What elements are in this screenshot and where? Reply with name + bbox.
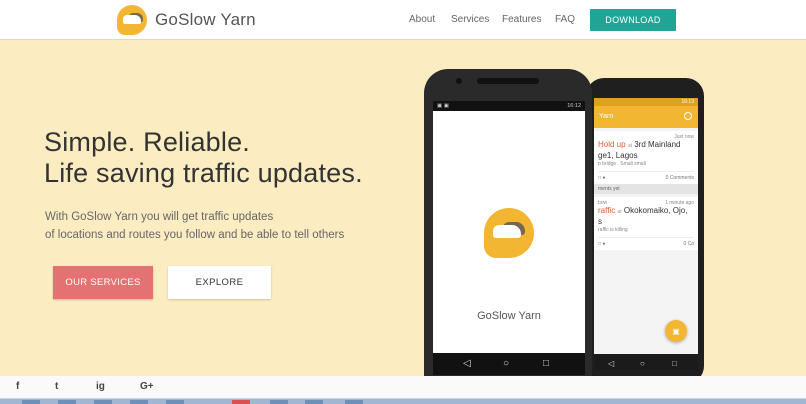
card-footer: □ ● 0 Comments [598,171,694,181]
feed-card: Just now Hold up at 3rd Mainland ge1, La… [594,131,698,184]
share-icon[interactable]: □ ● [598,241,605,247]
back-appbar-title: Yarn [599,113,614,120]
status-time: 16:12 [567,103,581,109]
camera-icon [456,78,462,84]
comments-count[interactable]: 0 Comments [666,175,694,181]
recents-icon: □ [672,359,677,368]
download-button[interactable]: DOWNLOAD [590,9,676,31]
card-title-line-2: s [598,217,602,226]
chat-icon: ▣ [672,326,680,336]
goslow-logo-icon [117,4,147,35]
taskbar-item[interactable] [58,400,76,404]
hero-subtext: With GoSlow Yarn you will get traffic up… [45,208,344,244]
os-taskbar [0,398,806,404]
back-status-bar: 16:13 [594,98,698,106]
phone-mockup-back: 16:13 Yarn Just now Hold up at 3rd Mainl… [586,78,704,384]
back-nav-bar: ◁ ○ □ [594,354,698,370]
headline-line-2: Life saving traffic updates. [44,158,363,188]
front-phone-screen: ▣ ▣ 16:12 GoSlow Yarn ◁ ○ □ [433,101,585,375]
front-status-bar: ▣ ▣ 16:12 [433,101,585,111]
notification-icons: ▣ ▣ [437,103,449,109]
hero-headline: Simple. Reliable. Life saving traffic up… [44,127,363,189]
navbar: GoSlow Yarn About Services Features FAQ … [0,0,806,40]
recents-icon[interactable]: □ [543,358,549,369]
twitter-icon[interactable]: t [55,381,58,392]
card-title: Hold up at 3rd Mainland [598,140,681,149]
search-icon [684,112,692,120]
home-icon: ○ [640,359,645,368]
subtext-line-1: With GoSlow Yarn you will get traffic up… [45,211,274,223]
feed-card: bow 1 minute ago raffic at Okokomaiko, O… [594,197,698,250]
app-logo-icon [484,208,534,258]
card-title: raffic at Okokomaiko, Ojo, [598,206,688,215]
explore-button[interactable]: EXPLORE [168,266,271,299]
nav-link-about[interactable]: About [409,14,435,25]
our-services-button[interactable]: OUR SERVICES [53,266,153,299]
social-bar: f t ig G+ [0,376,806,398]
card-detail: raffic is killing [598,227,628,233]
splash-app-name: GoSlow Yarn [477,310,541,322]
card-title-line-2: ge1, Lagos [598,151,638,160]
home-icon[interactable]: ○ [503,358,509,369]
brand-name: GoSlow Yarn [155,9,256,29]
back-icon: ◁ [608,359,615,368]
brand[interactable]: GoSlow Yarn [117,4,256,35]
comments-strip: ments yet [594,184,698,194]
taskbar-item[interactable] [270,400,288,404]
subtext-line-2: of locations and routes you follow and b… [45,229,345,241]
back-icon[interactable]: ◁ [463,358,471,369]
taskbar-item[interactable] [94,400,112,404]
nav-link-services[interactable]: Services [451,14,489,25]
speaker-grille [477,78,539,84]
headline-line-1: Simple. Reliable. [44,127,250,157]
card-footer: □ ● 0 Co [598,237,694,247]
taskbar-item[interactable] [305,400,323,404]
nav-link-features[interactable]: Features [502,14,541,25]
phone-mockup-front: ▣ ▣ 16:12 GoSlow Yarn ◁ ○ □ [424,69,592,400]
google-plus-icon[interactable]: G+ [140,381,154,392]
taskbar-item[interactable] [232,400,250,404]
facebook-icon[interactable]: f [16,381,19,392]
taskbar-item[interactable] [345,400,363,404]
compose-fab[interactable]: ▣ [665,320,687,342]
comments-count[interactable]: 0 Co [683,241,694,247]
back-app-bar: Yarn [594,106,698,128]
taskbar-item[interactable] [22,400,40,404]
front-nav-bar: ◁ ○ □ [433,353,585,375]
instagram-icon[interactable]: ig [96,381,105,392]
taskbar-item[interactable] [166,400,184,404]
nav-link-faq[interactable]: FAQ [555,14,575,25]
share-icon[interactable]: □ ● [598,175,605,181]
taskbar-item[interactable] [130,400,148,404]
card-detail: p bridge . Small small [598,161,646,167]
